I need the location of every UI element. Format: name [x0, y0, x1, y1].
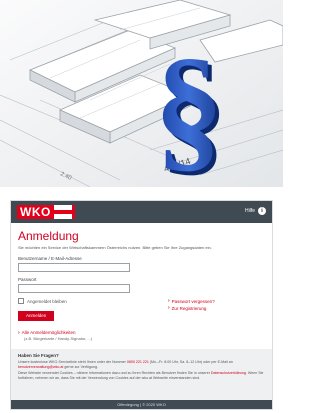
hero-image: 455/14 2.40 § § — [0, 0, 283, 187]
help-label: Hilfe — [244, 208, 255, 214]
support-text-part: Unsere kostenlose WKO-Servicelinie steht… — [18, 360, 127, 364]
support-text-part: (Mo.–Fr. 8:00 Uhr, Sa. 8–12 Uhr) oder pe… — [148, 360, 217, 364]
remember-me-checkbox[interactable] — [18, 298, 24, 304]
username-input[interactable] — [18, 263, 130, 272]
imprint-link[interactable]: Offenlegung — [117, 402, 139, 407]
remember-me[interactable]: Angemeldet bleiben — [18, 298, 168, 304]
chevron-right-icon: › — [18, 330, 20, 336]
register-link[interactable]: › Zur Registrierung — [168, 305, 215, 312]
support-text-part: gerne zur Verfügung. — [63, 365, 98, 369]
footer-separator: | — [140, 402, 142, 407]
info-icon: i — [258, 207, 266, 215]
floor-plan-illustration: 455/14 2.40 § § — [0, 0, 283, 187]
info-heading: Haben Sie Fragen? — [18, 353, 59, 358]
register-label: Zur Registrierung — [171, 306, 207, 311]
username-label: Benutzername / E-Mail-Adresse — [18, 256, 82, 261]
remember-me-label: Angemeldet bleiben — [27, 298, 67, 304]
logo-badge: WKO — [17, 205, 75, 220]
forgot-password-label: Passwort vergessen? — [171, 299, 215, 304]
copyright: © 2020 WKO — [142, 402, 166, 407]
wko-logo[interactable]: WKO — [17, 205, 75, 220]
cookie-notice: Diese Website verwendet Cookies – nähere… — [18, 371, 265, 381]
page-title: Anmeldung — [18, 229, 79, 243]
support-text: Unsere kostenlose WKO-Servicelinie steht… — [18, 360, 265, 370]
privacy-policy-link[interactable]: Datenschutzerklärung — [211, 371, 246, 375]
help-info-section: Haben Sie Fragen? Unsere kostenlose WKO-… — [11, 349, 272, 401]
chevron-right-icon: › — [168, 298, 170, 304]
svg-text:§: § — [154, 30, 224, 185]
footer: Offenlegung | © 2020 WKO — [11, 400, 272, 409]
support-text-part: E-Mail an — [217, 360, 233, 364]
phone-link[interactable]: 0800 221 221 — [127, 360, 149, 364]
logo-text: WKO — [20, 205, 51, 219]
form-options-row: Angemeldet bleiben Anmelden › Passwort v… — [18, 298, 265, 322]
forgot-password-link[interactable]: › Passwort vergessen? — [168, 298, 215, 305]
login-form: Anmeldung Sie möchten ein Service der Wi… — [11, 223, 272, 342]
page: 455/14 2.40 § § WKO Hilfe i Anmeldung Si… — [0, 0, 283, 413]
paragraph-sign-icon: § § — [154, 30, 228, 187]
login-button[interactable]: Anmelden — [18, 311, 55, 321]
password-label: Passwort — [18, 277, 37, 282]
form-left-column: Angemeldet bleiben Anmelden — [18, 298, 168, 322]
password-input[interactable] — [18, 284, 130, 293]
chevron-right-icon: › — [168, 305, 170, 311]
email-link[interactable]: benutzerverwaltung@wko.at — [18, 365, 63, 369]
form-right-column: › Passwort vergessen? › Zur Registrierun… — [168, 298, 215, 322]
austria-flag-icon — [53, 205, 72, 220]
cookie-text: Diese Website verwendet Cookies – nähere… — [18, 371, 210, 375]
top-bar: WKO Hilfe i — [11, 201, 272, 223]
intro-text: Sie möchten ein Service der Wirtschaftsk… — [18, 245, 212, 250]
more-options-hint: (z.B. Bürgerkarte / Handy-Signatur, ...) — [24, 336, 93, 341]
more-login-options: › Alle Anmeldemöglichkeiten (z.B. Bürger… — [18, 330, 265, 342]
help-link[interactable]: Hilfe i — [245, 207, 266, 215]
login-portal: WKO Hilfe i Anmeldung Sie möchten ein Se… — [10, 200, 273, 410]
